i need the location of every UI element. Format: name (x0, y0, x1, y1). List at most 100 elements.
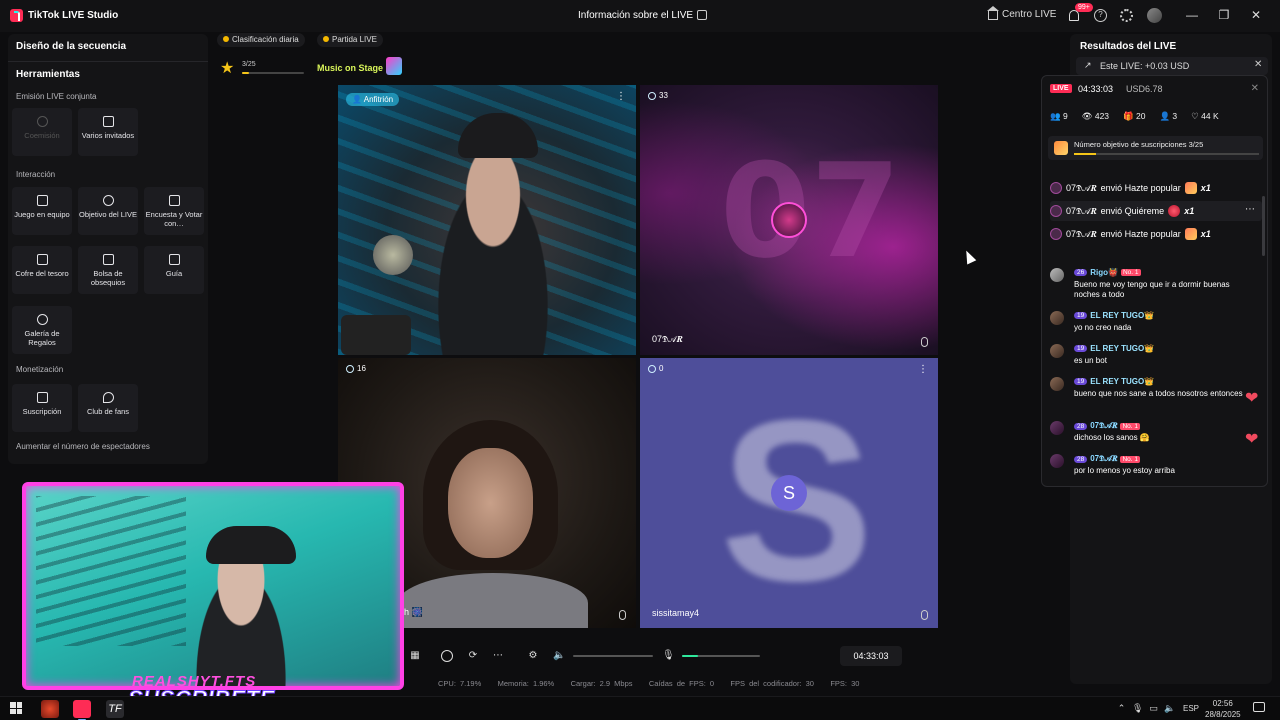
stat-value: 9 (1062, 111, 1068, 121)
host-badge: 👤 Anfitrión (346, 93, 400, 106)
chat-avatar (1050, 311, 1064, 325)
share-icon[interactable] (697, 10, 707, 20)
chat-message: 26 Rigo👹 No. 1 Bueno me voy tengo que ir… (1050, 268, 1262, 302)
sender-avatar (1050, 228, 1062, 240)
tiktok-studio-app-icon[interactable] (73, 700, 91, 720)
tray-language[interactable]: ESP (1183, 704, 1199, 713)
volume-slider[interactable] (573, 655, 653, 657)
record-icon[interactable] (441, 650, 453, 662)
gift-sender: 07𝕯𝒜𝑹 (1066, 228, 1097, 239)
chat-message: 19 EL REY TUGO👑 es un bot (1050, 344, 1262, 368)
app-title: TikTok LIVE Studio (28, 10, 119, 21)
tray-mic-icon[interactable]: 🎙 (1132, 703, 1143, 714)
link-icon (36, 116, 48, 127)
replay-icon[interactable]: ⟳ (467, 650, 479, 662)
music-on-stage-button[interactable]: Music on Stage (317, 63, 383, 73)
tool-team-game[interactable]: Juego en equipo (12, 187, 72, 235)
boost-viewers-link[interactable]: Aumentar el número de espectadores (16, 442, 150, 451)
mic-icon[interactable] (619, 610, 626, 620)
tool-guide[interactable]: Guía (144, 246, 204, 294)
centro-live-button[interactable]: Centro LIVE (987, 5, 1057, 20)
minimize-button[interactable]: — (1185, 8, 1199, 22)
gift-row[interactable]: 07𝕯𝒜𝑹 envió Quiéreme x1 (1050, 201, 1262, 221)
layout-header[interactable]: Diseño de la secuencia (16, 41, 126, 52)
tool-label: Encuesta y Votar con… (145, 210, 203, 229)
gift-sender: 07𝕯𝒜𝑹 (1066, 205, 1097, 216)
host-video-tile[interactable]: 👤 Anfitrión ⋮ (338, 85, 636, 355)
fan-badge: No. 1 (1120, 455, 1141, 463)
tray-chevron-icon[interactable]: ⌃ (1116, 703, 1127, 714)
mic-control-icon[interactable]: 🎙 (662, 650, 675, 662)
earnings-close-icon[interactable]: ✕ (1254, 59, 1262, 70)
help-icon[interactable]: ? (1094, 9, 1107, 22)
gift-count: x1 (1200, 229, 1211, 239)
mic-icon[interactable] (921, 337, 928, 347)
tool-fan-club[interactable]: Club de fans (78, 384, 138, 432)
tiktok-logo-icon (10, 9, 23, 22)
adjust-icon[interactable]: ⚙ (527, 650, 539, 662)
viewer-count: 33 (648, 91, 668, 100)
fan-badge: No. 1 (1120, 422, 1141, 430)
tool-subscription[interactable]: Suscripción (12, 384, 72, 432)
speaker-icon[interactable]: 🔈 (553, 650, 565, 662)
tool-cohost[interactable]: Coemisión (12, 108, 72, 156)
live-match-chip[interactable]: Partida LIVE (317, 33, 383, 47)
music-cube-icon[interactable] (386, 57, 402, 75)
tile-more-icon[interactable]: ⋮ (616, 91, 626, 102)
fps-stat: FPS: 30 (830, 679, 860, 688)
popup-close-icon[interactable]: ✕ (1251, 83, 1259, 94)
chat-message: 28 07𝕯𝒜𝑹 No. 1 dichoso los sanos 🤗 (1050, 421, 1262, 445)
mic-icon[interactable] (921, 610, 928, 620)
tool-label: Guía (165, 269, 183, 278)
earnings-banner: Este LIVE: +0.03 USD (1076, 57, 1268, 75)
tray-volume-icon[interactable]: 🔈 (1164, 703, 1175, 714)
browser-app-icon[interactable] (41, 700, 59, 718)
chat-message: 19 EL REY TUGO👑 yo no creo nada (1050, 311, 1262, 335)
clock-time: 02:56 (1212, 699, 1233, 708)
tool-poll[interactable]: Encuesta y Votar con… (144, 187, 204, 235)
chat-username: Rigo👹 (1090, 268, 1118, 277)
guest-avatar: S (771, 475, 807, 511)
profile-avatar[interactable] (1147, 8, 1162, 23)
gift-gallery-icon (36, 314, 48, 325)
daily-ranking-chip[interactable]: Clasificación diaria (217, 33, 305, 47)
tool-gift-gallery[interactable]: Galería de Regalos (12, 306, 72, 354)
sender-avatar (1050, 205, 1062, 217)
guest-video-tile-3[interactable]: S S 0 ⋮ sissitamay4 (640, 358, 938, 628)
match-dot-icon (323, 36, 329, 42)
likes-stat: ♡ 44 K (1191, 111, 1219, 121)
more-icon[interactable]: ⋯ (492, 650, 504, 662)
notification-center-icon[interactable] (1253, 702, 1265, 712)
tool-live-goal[interactable]: Objetivo del LIVE (78, 187, 138, 235)
guest-video-tile-1[interactable]: 07 33 07𝕯𝒜𝑹 (640, 85, 938, 355)
popup-scrollbar[interactable] (1262, 196, 1265, 256)
tray-display-icon[interactable]: ▭ (1148, 703, 1159, 714)
gift-icon (1184, 182, 1197, 194)
popup-earnings: USD6.78 (1126, 84, 1163, 94)
mic-level-slider[interactable] (682, 655, 760, 657)
webcam-overlay (22, 482, 404, 690)
tool-gift-bag[interactable]: Bolsa de obsequios (78, 246, 138, 294)
tile-more-icon[interactable]: ⋮ (918, 364, 928, 375)
tf-app-icon[interactable]: TF (106, 700, 124, 718)
tool-treasure-chest[interactable]: Cofre del tesoro (12, 246, 72, 294)
gift-count: x1 (1184, 206, 1195, 216)
chat-text: bueno que nos sane a todos nosotros ento… (1074, 389, 1243, 398)
tool-multi-guest[interactable]: Varios invitados (78, 108, 138, 156)
guest-avatar (771, 202, 807, 238)
encoder-fps-stat: FPS del codificador: 30 (730, 679, 814, 688)
live-info-button[interactable]: Información sobre el LIVE (578, 10, 693, 21)
centro-live-label: Centro LIVE (1002, 9, 1057, 20)
row-more-icon[interactable]: ⋯ (1245, 204, 1255, 215)
tool-label: Varios invitados (81, 131, 135, 140)
gift-row: 07𝕯𝒜𝑹 envió Hazte popular x1 (1050, 178, 1262, 198)
gift-bag-icon (102, 254, 114, 265)
start-windows-icon[interactable] (10, 702, 22, 714)
layout-icon[interactable]: ▦ (409, 650, 421, 662)
maximize-button[interactable]: ❐ (1217, 8, 1231, 22)
settings-gear-icon[interactable] (1120, 9, 1133, 22)
viewer-count-value: 33 (659, 91, 668, 100)
tool-label: Objetivo del LIVE (79, 210, 137, 219)
tray-clock[interactable]: 02:56 28/8/2025 (1205, 698, 1241, 720)
close-button[interactable]: ✕ (1249, 8, 1263, 22)
